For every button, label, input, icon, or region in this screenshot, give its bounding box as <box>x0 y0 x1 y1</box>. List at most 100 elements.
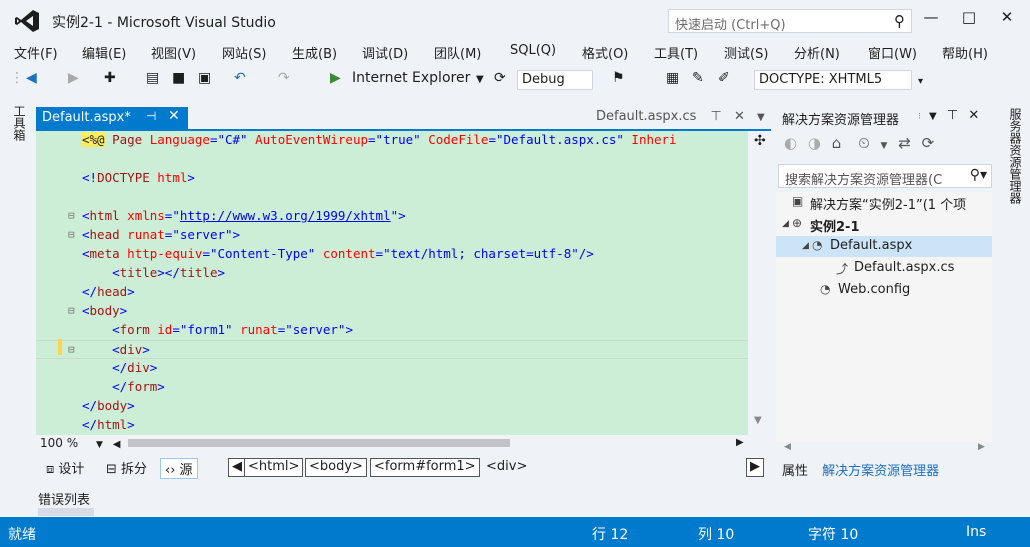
menu-build[interactable]: 生成(B) <box>292 43 337 62</box>
crumb-form[interactable]: <form#form1> <box>370 458 480 477</box>
uncomment-icon[interactable]: ✐ <box>718 70 730 90</box>
pin-icon[interactable]: ⊤ <box>711 109 722 124</box>
code-line[interactable]: </div> <box>36 359 748 378</box>
search-icon[interactable]: ⚲ <box>894 12 905 30</box>
editor-vertical-scrollbar[interactable]: ✣ ▼ <box>748 131 771 435</box>
tab-solution-explorer[interactable]: 解决方案资源管理器 <box>822 464 939 479</box>
close-button[interactable]: ✕ <box>990 8 1024 30</box>
code-line[interactable]: <form id="form1" runat="server"> <box>36 321 748 340</box>
menu-sql[interactable]: SQL(Q) <box>510 43 556 58</box>
server-explorer-tab[interactable]: 服务器资源管理器 <box>1000 108 1024 204</box>
zoom-level[interactable]: 100 % ▼ ◀ <box>40 436 120 450</box>
tab-list-dropdown-icon[interactable]: ▼ <box>757 112 765 123</box>
browser-dropdown-icon[interactable]: ▼ <box>476 74 484 94</box>
tree-item[interactable]: ⤴ Default.aspx.cs <box>776 258 992 279</box>
scroll-left-icon[interactable]: ◀ <box>113 439 121 450</box>
menu-tools[interactable]: 工具(T) <box>654 43 698 62</box>
code-line[interactable]: ⊟ <head runat="server"> <box>36 226 748 245</box>
tab-properties[interactable]: 属性 <box>782 464 808 479</box>
back-icon[interactable]: ◀ <box>26 70 37 90</box>
dock-icon[interactable]: ⁝ <box>918 112 921 122</box>
menu-team[interactable]: 团队(M) <box>434 43 481 62</box>
open-file-icon[interactable]: ▤ <box>146 70 159 90</box>
tree-item[interactable]: ▣ 解决方案“实例2-1”(1 个项 <box>776 192 992 213</box>
sync-icon[interactable]: ⇄ <box>898 134 911 152</box>
code-line[interactable]: ⊟ <body> <box>36 302 748 321</box>
close-tab-icon[interactable]: ✕ <box>168 108 180 124</box>
menu-website[interactable]: 网站(S) <box>222 43 266 62</box>
crumb-body[interactable]: <body> <box>305 458 367 477</box>
collapse-icon[interactable]: ⊟ <box>68 228 75 241</box>
close-panel-icon[interactable]: ✕ <box>968 108 979 123</box>
menu-file[interactable]: 文件(F) <box>14 43 58 62</box>
maximize-button[interactable]: □ <box>952 8 986 30</box>
save-icon[interactable]: ■ <box>172 70 185 90</box>
expand-icon[interactable]: ◢ <box>802 241 809 251</box>
error-list-tab[interactable]: 错误列表 <box>38 489 90 508</box>
undo-icon[interactable]: ↶ <box>234 70 246 90</box>
design-view-button[interactable]: ⧈ 设计 <box>46 458 84 477</box>
search-icon[interactable]: ⚲▾ <box>970 167 987 183</box>
refresh-icon[interactable]: ⟳ <box>922 134 935 152</box>
split-editor-icon[interactable]: ✣ <box>754 133 766 149</box>
new-project-icon[interactable]: ✚ <box>104 70 116 90</box>
format-icon[interactable]: ▦ <box>666 70 679 90</box>
scroll-right-icon[interactable]: ▶ <box>736 437 744 448</box>
menu-test[interactable]: 测试(S) <box>724 43 768 62</box>
code-line[interactable]: <meta http-equiv="Content-Type" content=… <box>36 245 748 264</box>
code-editor[interactable]: <%@ Page Language="C#" AutoEventWireup="… <box>36 131 748 435</box>
refresh-browser-icon[interactable]: ⟳ <box>494 70 506 90</box>
collapse-icon[interactable]: ⊟ <box>68 343 75 356</box>
zoom-dropdown-icon[interactable]: ▼ <box>96 440 103 450</box>
code-line[interactable]: <!DOCTYPE html> <box>36 169 748 188</box>
code-line[interactable]: </html> <box>36 416 748 435</box>
code-line[interactable] <box>36 150 748 169</box>
menu-view[interactable]: 视图(V) <box>151 43 196 62</box>
split-view-button[interactable]: ⊟ 拆分 <box>106 458 147 477</box>
tab-default-aspx-cs[interactable]: Default.aspx.cs ⊤ ✕ ▼ <box>596 109 765 124</box>
menu-debug[interactable]: 调试(D) <box>362 43 408 62</box>
menu-edit[interactable]: 编辑(E) <box>82 43 126 62</box>
forward-icon[interactable]: ◑ <box>808 134 821 152</box>
menu-analyze[interactable]: 分析(N) <box>794 43 840 62</box>
toolbar-overflow-icon[interactable]: ▾ <box>918 76 923 96</box>
scroll-down-icon[interactable]: ▼ <box>754 415 762 426</box>
source-view-button[interactable]: ‹› 源 <box>160 458 198 479</box>
expand-icon[interactable]: ◢ <box>782 219 789 229</box>
home-icon[interactable]: ⌂ <box>832 134 842 152</box>
code-line[interactable]: <%@ Page Language="C#" AutoEventWireup="… <box>36 131 748 150</box>
minimize-button[interactable]: — <box>914 8 948 30</box>
configuration-select[interactable]: Debug <box>517 70 593 90</box>
menu-format[interactable]: 格式(O) <box>582 43 628 62</box>
collapse-icon[interactable]: ⊟ <box>68 304 75 317</box>
close-tab-icon[interactable]: ✕ <box>734 109 745 124</box>
forward-icon[interactable]: ▶ <box>68 70 79 90</box>
tab-default-aspx[interactable]: Default.aspx* ⊣ ✕ <box>36 107 188 129</box>
code-line[interactable]: </head> <box>36 283 748 302</box>
tree-item[interactable]: ◔ Web.config <box>776 280 992 301</box>
back-icon[interactable]: ◐ <box>784 134 797 152</box>
tree-item[interactable]: ◢ ⊕ 实例2-1 <box>776 214 992 235</box>
start-debug-icon[interactable]: ▶ <box>330 70 341 90</box>
code-line[interactable]: <title></title> <box>36 264 748 283</box>
crumb-html[interactable]: <html> <box>244 458 304 477</box>
browser-select[interactable]: Internet Explorer <box>352 70 470 90</box>
code-line[interactable]: ⊟ <html xmlns="http://www.w3.org/1999/xht… <box>36 207 748 226</box>
history-icon[interactable]: ⏲ <box>858 134 870 152</box>
scroll-left-icon[interactable]: ◀ <box>784 442 791 452</box>
collapse-icon[interactable]: ⊟ <box>68 209 75 222</box>
scroll-right-icon[interactable]: ▶ <box>978 442 985 452</box>
solution-tree-scrollbar[interactable]: ◀ ▶ <box>776 442 992 454</box>
code-line[interactable] <box>36 188 748 207</box>
history-dropdown-icon[interactable]: ▼ <box>881 141 888 151</box>
tree-item[interactable]: ◢ ◔ Default.aspx <box>776 236 992 257</box>
menu-window[interactable]: 窗口(W) <box>868 43 917 62</box>
find-icon[interactable]: ⚑ <box>612 70 625 90</box>
code-line[interactable]: ⊟ <div> <box>36 340 748 359</box>
comment-icon[interactable]: ✎ <box>692 70 704 90</box>
crumb-div[interactable]: <div> <box>482 458 531 477</box>
solution-explorer-search-input[interactable]: 搜索解决方案资源管理器(C ⚲▾ <box>778 164 992 188</box>
horizontal-scrollbar-thumb[interactable] <box>128 439 510 447</box>
code-line[interactable]: </body> <box>36 397 748 416</box>
code-line[interactable]: </form> <box>36 378 748 397</box>
